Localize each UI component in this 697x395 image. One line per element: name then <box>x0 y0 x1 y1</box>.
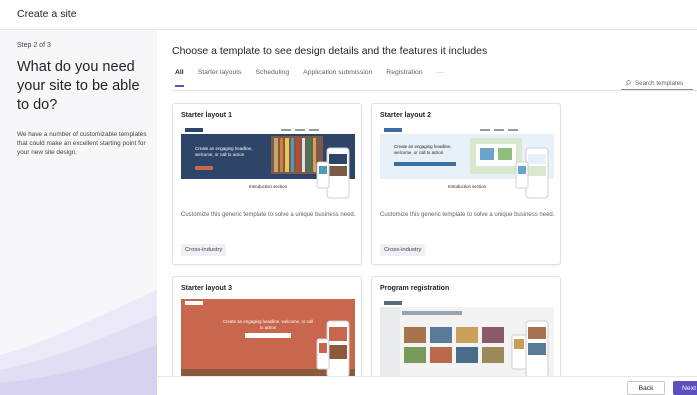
template-card-program-registration[interactable]: Program registration <box>371 276 561 386</box>
template-card-starter-layout-3[interactable]: Starter layout 3 Create an engaging head… <box>172 276 362 386</box>
left-description: We have a number of customizable templat… <box>17 131 147 156</box>
tab-application-submission[interactable]: Application submission <box>303 69 372 83</box>
tab-registration[interactable]: Registration <box>386 69 422 83</box>
preview-hero-text: Create an engaging headline, welcome, or… <box>222 319 314 330</box>
template-preview-image: Create an engaging headline, welcome, or… <box>181 299 355 377</box>
card-title: Starter layout 3 <box>181 285 232 292</box>
dialog-title: Create a site <box>17 8 77 20</box>
top-bar: Create a site <box>0 0 697 30</box>
industry-tag: Cross-industry <box>380 244 426 256</box>
decorative-waves <box>0 290 157 395</box>
template-preview-image: Create an engaging headline, welcome, or… <box>181 126 355 204</box>
card-title: Starter layout 2 <box>380 112 431 119</box>
filter-tabs: All Starter layouts Scheduling Applicati… <box>175 69 457 87</box>
preview-section-text: Introduction section <box>248 184 288 189</box>
footer-bar <box>157 376 697 395</box>
template-preview-image <box>380 299 554 377</box>
step-indicator: Step 2 of 3 <box>17 42 51 49</box>
search-icon <box>625 80 631 86</box>
tab-more[interactable]: ··· <box>437 69 444 83</box>
search-box[interactable] <box>621 77 693 90</box>
left-pane: Step 2 of 3 What do you need your site t… <box>0 30 157 395</box>
tabs-divider <box>172 90 697 91</box>
page-title: Choose a template to see design details … <box>172 45 488 57</box>
tab-scheduling[interactable]: Scheduling <box>256 69 290 83</box>
industry-tag: Cross-industry <box>181 244 227 256</box>
next-button[interactable]: Next <box>673 381 697 395</box>
template-preview-image: Create an engaging headline, welcome, or… <box>380 126 554 204</box>
card-title: Program registration <box>380 285 450 292</box>
preview-hero-text: Create an engaging headline, welcome, or… <box>195 146 253 157</box>
back-button[interactable]: Back <box>627 381 665 395</box>
search-input[interactable] <box>635 79 693 87</box>
card-description: Customize this generic template to solve… <box>380 212 555 218</box>
left-headline: What do you need your site to be able to… <box>17 59 140 113</box>
template-card-starter-layout-2[interactable]: Starter layout 2 Create an engaging head… <box>371 103 561 265</box>
tab-all[interactable]: All <box>175 69 184 87</box>
preview-hero-text: Create an engaging headline, welcome, or… <box>394 144 452 155</box>
template-card-starter-layout-1[interactable]: Starter layout 1 Create an engaging head… <box>172 103 362 265</box>
card-description: Customize this generic template to solve… <box>181 212 356 218</box>
preview-section-text: Introduction section <box>447 184 487 189</box>
tab-starter-layouts[interactable]: Starter layouts <box>198 69 242 83</box>
card-title: Starter layout 1 <box>181 112 232 119</box>
